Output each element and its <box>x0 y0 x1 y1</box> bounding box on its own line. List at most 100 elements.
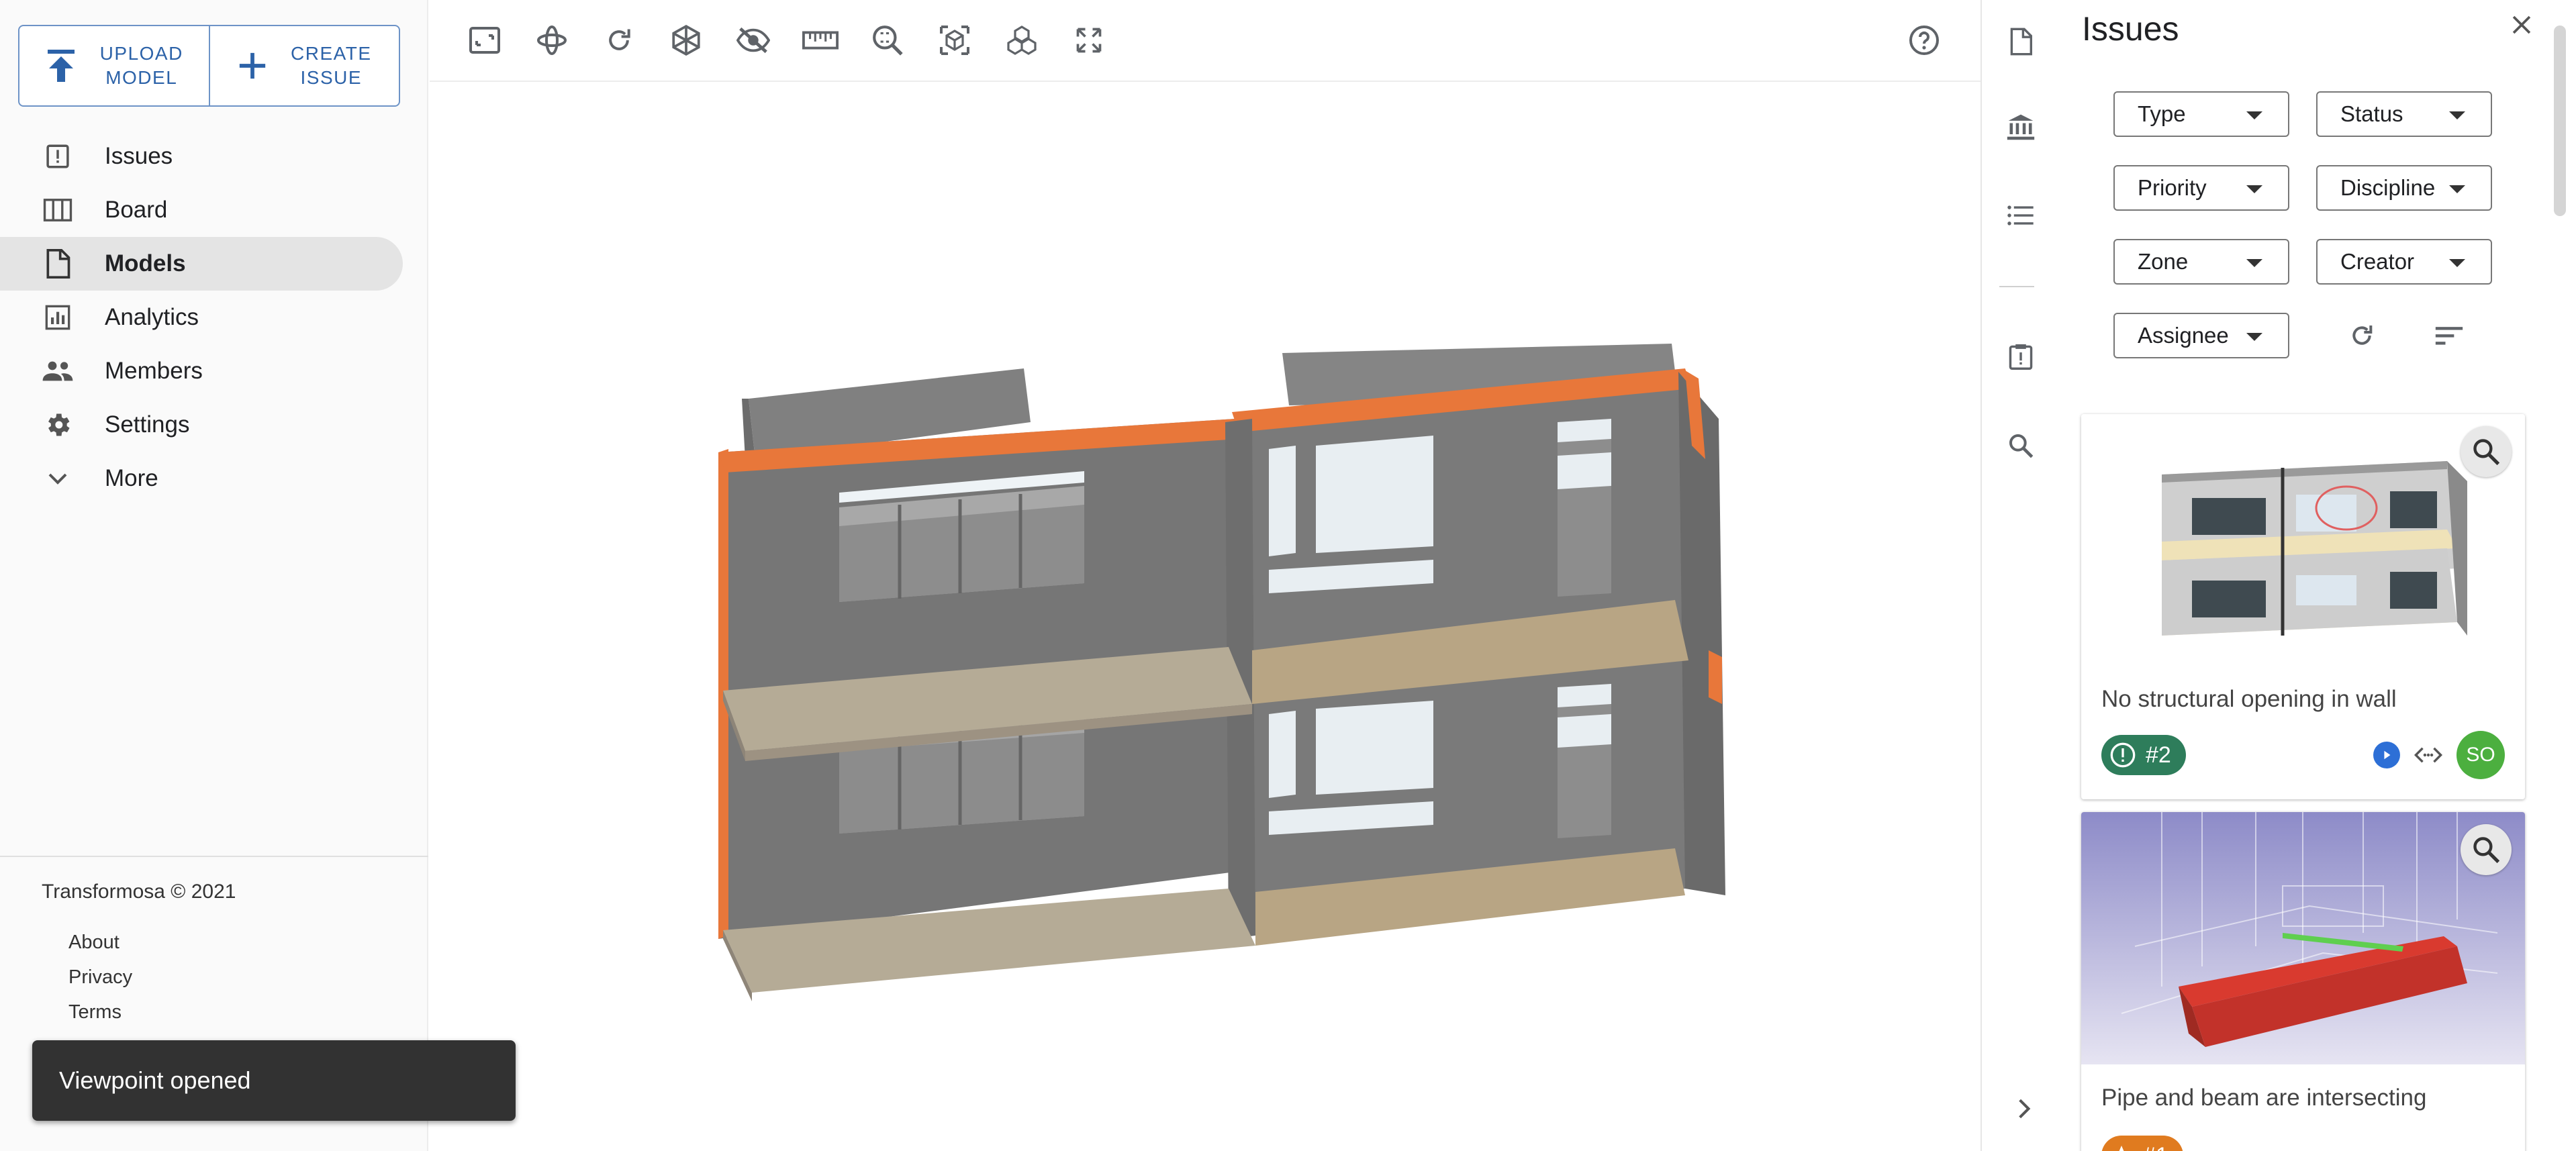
measure-icon[interactable] <box>800 20 841 60</box>
search-icon[interactable] <box>1998 423 2044 468</box>
filter-label: Priority <box>2138 175 2207 200</box>
issue-meta: SO <box>2373 731 2505 779</box>
caret-down-icon <box>2449 259 2465 267</box>
nav-item-board[interactable]: Board <box>0 183 403 237</box>
filter-label: Status <box>2340 101 2403 126</box>
copyright: Transformosa © 2021 <box>42 881 236 903</box>
filter-label: Creator <box>2340 249 2415 274</box>
zoom-icon[interactable] <box>867 20 908 60</box>
nav-label: Board <box>105 197 168 223</box>
code-icon <box>2414 746 2443 764</box>
nav-item-models[interactable]: Models <box>0 237 403 291</box>
avatar: SO <box>2456 731 2505 779</box>
action-buttons: UPLOAD MODEL CREATE ISSUE <box>18 25 400 107</box>
viewer-toolbar <box>430 0 1981 82</box>
section-box-icon[interactable] <box>935 20 975 60</box>
help-icon[interactable] <box>1904 20 1944 60</box>
nav-label: Analytics <box>105 304 199 330</box>
caret-down-icon <box>2449 111 2465 119</box>
right-rail <box>1981 0 2058 1151</box>
filter-label: Discipline <box>2340 175 2436 200</box>
plus-icon <box>237 50 268 81</box>
refresh-icon[interactable] <box>2339 313 2385 358</box>
filter-label: Type <box>2138 101 2186 126</box>
scrollbar[interactable] <box>2554 26 2566 216</box>
building-icon[interactable] <box>1998 104 2044 150</box>
caret-down-icon <box>2246 333 2262 341</box>
rail-divider <box>1999 286 2034 287</box>
issues-panel: Issues Type Status Priority Discipline Z… <box>2058 0 2576 1151</box>
issue-card[interactable]: Pipe and beam are intersecting #1 <box>2081 812 2525 1151</box>
status-filter[interactable]: Status <box>2316 91 2492 137</box>
priority-filter[interactable]: Priority <box>2113 165 2289 211</box>
issue-icon[interactable] <box>1998 334 2044 380</box>
snackbar: Viewpoint opened <box>32 1040 516 1121</box>
sidebar: UPLOAD MODEL CREATE ISSUE Issues Board M… <box>0 0 428 1151</box>
cube-view-icon[interactable] <box>666 20 706 60</box>
nav-item-more[interactable]: More <box>0 452 403 505</box>
nav-label: Members <box>105 358 203 384</box>
issue-thumbnail <box>2081 414 2525 666</box>
play-icon[interactable] <box>2373 742 2400 768</box>
upload-model-button[interactable]: UPLOAD MODEL <box>19 26 209 105</box>
nav-label: Issues <box>105 143 173 169</box>
chevron-right-icon[interactable] <box>2003 1087 2046 1130</box>
sort-icon[interactable] <box>2426 313 2472 358</box>
model-viewer[interactable] <box>430 83 1981 1151</box>
list-icon[interactable] <box>1998 193 2044 238</box>
nav-label: More <box>105 465 158 491</box>
issue-thumbnail <box>2081 812 2525 1064</box>
panel-title: Issues <box>2082 10 2179 48</box>
assignee-filter[interactable]: Assignee <box>2113 313 2289 358</box>
warning-icon <box>2109 742 2136 768</box>
issue-number-badge: #2 <box>2101 735 2186 775</box>
issue-title: No structural opening in wall <box>2101 686 2397 712</box>
filter-label: Assignee <box>2138 323 2229 348</box>
caret-down-icon <box>2449 185 2465 193</box>
sidebar-divider <box>0 856 428 857</box>
caret-down-icon <box>2246 259 2262 267</box>
nav-label: Settings <box>105 411 190 438</box>
orbit-icon[interactable] <box>532 20 572 60</box>
terms-link[interactable]: Terms <box>68 1001 122 1023</box>
type-filter[interactable]: Type <box>2113 91 2289 137</box>
issue-card[interactable]: No structural opening in wall #2 SO <box>2081 414 2525 799</box>
main-nav: Issues Board Models Analytics Members Se… <box>0 130 403 505</box>
creator-filter[interactable]: Creator <box>2316 239 2492 285</box>
gear-icon <box>42 409 74 441</box>
upload-model-label: UPLOAD MODEL <box>99 43 183 88</box>
board-icon <box>42 194 74 226</box>
fit-view-icon[interactable] <box>465 20 505 60</box>
hide-icon[interactable] <box>733 20 773 60</box>
nav-item-members[interactable]: Members <box>0 344 403 398</box>
snackbar-message: Viewpoint opened <box>59 1066 251 1094</box>
nav-item-issues[interactable]: Issues <box>0 130 403 183</box>
nav-label: Models <box>105 250 186 277</box>
building-model <box>718 344 1725 1001</box>
close-icon[interactable] <box>2501 4 2542 46</box>
create-issue-label: CREATE ISSUE <box>291 43 372 88</box>
caret-down-icon <box>2246 111 2262 119</box>
issue-number: #1 <box>2143 1143 2168 1151</box>
privacy-link[interactable]: Privacy <box>68 966 132 989</box>
about-link[interactable]: About <box>68 932 120 954</box>
layers-icon[interactable] <box>1002 20 1042 60</box>
caret-down-icon <box>2246 185 2262 193</box>
people-icon <box>42 355 74 387</box>
zone-filter[interactable]: Zone <box>2113 239 2289 285</box>
rotate-icon[interactable] <box>599 20 639 60</box>
issue-title: Pipe and beam are intersecting <box>2101 1085 2427 1111</box>
file-icon <box>42 248 74 280</box>
create-issue-button[interactable]: CREATE ISSUE <box>208 26 399 105</box>
fullscreen-icon[interactable] <box>1069 20 1109 60</box>
nav-item-analytics[interactable]: Analytics <box>0 291 403 344</box>
upload-icon <box>45 47 77 85</box>
nav-item-settings[interactable]: Settings <box>0 398 403 452</box>
chevron-down-icon <box>42 462 74 495</box>
issue-icon <box>42 140 74 172</box>
discipline-filter[interactable]: Discipline <box>2316 165 2492 211</box>
file-icon[interactable] <box>1998 19 2044 64</box>
issue-number: #2 <box>2146 742 2171 768</box>
zoom-icon[interactable] <box>2461 426 2512 477</box>
zoom-icon[interactable] <box>2461 824 2512 875</box>
